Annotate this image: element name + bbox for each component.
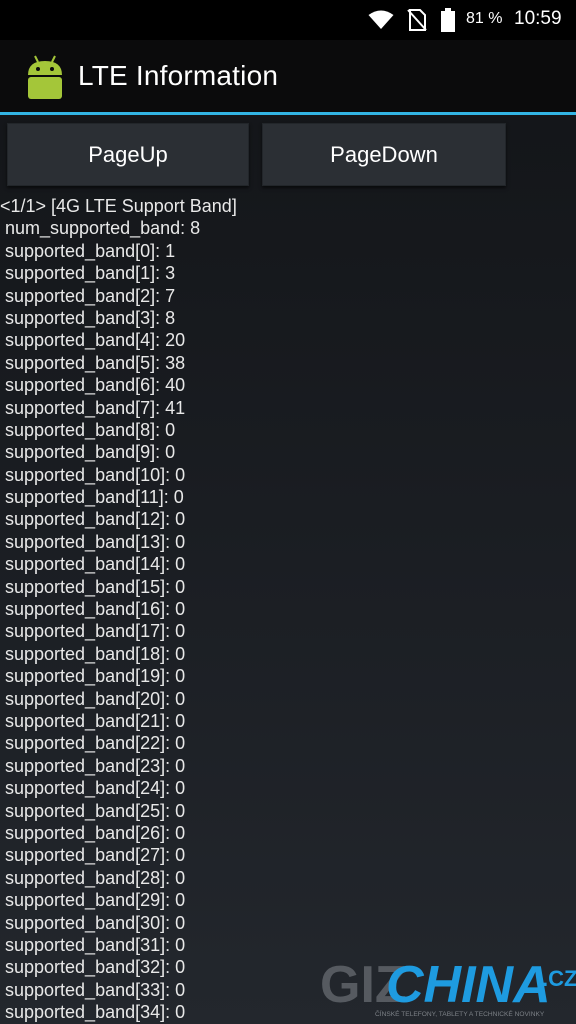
info-line: supported_band[8]: 0 xyxy=(5,419,176,440)
info-line: supported_band[10]: 0 xyxy=(5,464,186,485)
screen: 81 % 10:59 LTE Information PageUp PageDo… xyxy=(0,0,576,1024)
info-line: supported_band[7]: 41 xyxy=(5,397,186,418)
info-line: supported_band[28]: 0 xyxy=(5,867,186,888)
lte-info-list: <1/1> [4G LTE Support Band] num_supporte… xyxy=(0,195,576,1023)
info-line: supported_band[16]: 0 xyxy=(5,599,186,620)
info-line: supported_band[31]: 0 xyxy=(5,934,186,955)
info-line: supported_band[3]: 8 xyxy=(5,307,176,328)
no-sim-icon xyxy=(407,9,427,31)
page-down-button[interactable]: PageDown xyxy=(262,123,506,186)
info-line: supported_band[15]: 0 xyxy=(5,576,186,597)
info-line: supported_band[19]: 0 xyxy=(5,666,186,687)
info-line: supported_band[4]: 20 xyxy=(5,330,186,351)
page-up-button[interactable]: PageUp xyxy=(7,123,249,186)
wifi-icon xyxy=(368,10,394,29)
info-line: supported_band[25]: 0 xyxy=(5,800,186,821)
info-line: supported_band[30]: 0 xyxy=(5,912,186,933)
action-bar-divider xyxy=(0,112,576,115)
info-line: supported_band[11]: 0 xyxy=(5,487,184,508)
info-line: supported_band[33]: 0 xyxy=(5,979,186,1000)
info-line: supported_band[24]: 0 xyxy=(5,778,186,799)
info-line: supported_band[27]: 0 xyxy=(5,845,186,866)
info-line: supported_band[26]: 0 xyxy=(5,822,186,843)
android-icon[interactable] xyxy=(22,53,68,99)
info-line: supported_band[0]: 1 xyxy=(5,240,176,261)
info-header: <1/1> [4G LTE Support Band] xyxy=(0,196,237,216)
info-line: supported_band[34]: 0 xyxy=(5,1002,186,1023)
info-line: supported_band[9]: 0 xyxy=(5,442,176,463)
info-line: supported_band[5]: 38 xyxy=(5,352,186,373)
info-line: supported_band[23]: 0 xyxy=(5,755,186,776)
info-line: supported_band[20]: 0 xyxy=(5,688,186,709)
status-bar: 81 % 10:59 xyxy=(0,0,576,40)
info-line: supported_band[6]: 40 xyxy=(5,375,186,396)
clock: 10:59 xyxy=(514,8,562,29)
info-line: supported_band[13]: 0 xyxy=(5,531,186,552)
info-line: supported_band[12]: 0 xyxy=(5,509,186,530)
info-line: supported_band[22]: 0 xyxy=(5,733,186,754)
battery-icon xyxy=(441,8,455,32)
page-title: LTE Information xyxy=(78,60,279,91)
info-line: supported_band[1]: 3 xyxy=(5,263,176,284)
info-line: num_supported_band: 8 xyxy=(5,218,201,239)
info-line: supported_band[14]: 0 xyxy=(5,554,186,575)
info-line: supported_band[18]: 0 xyxy=(5,643,186,664)
battery-percent: 81 % xyxy=(466,10,503,27)
info-line: supported_band[32]: 0 xyxy=(5,957,186,978)
info-line: supported_band[21]: 0 xyxy=(5,710,186,731)
info-line: supported_band[2]: 7 xyxy=(5,285,176,306)
action-bar: LTE Information xyxy=(0,40,576,112)
info-line: supported_band[29]: 0 xyxy=(5,890,186,911)
info-line: supported_band[17]: 0 xyxy=(5,621,186,642)
